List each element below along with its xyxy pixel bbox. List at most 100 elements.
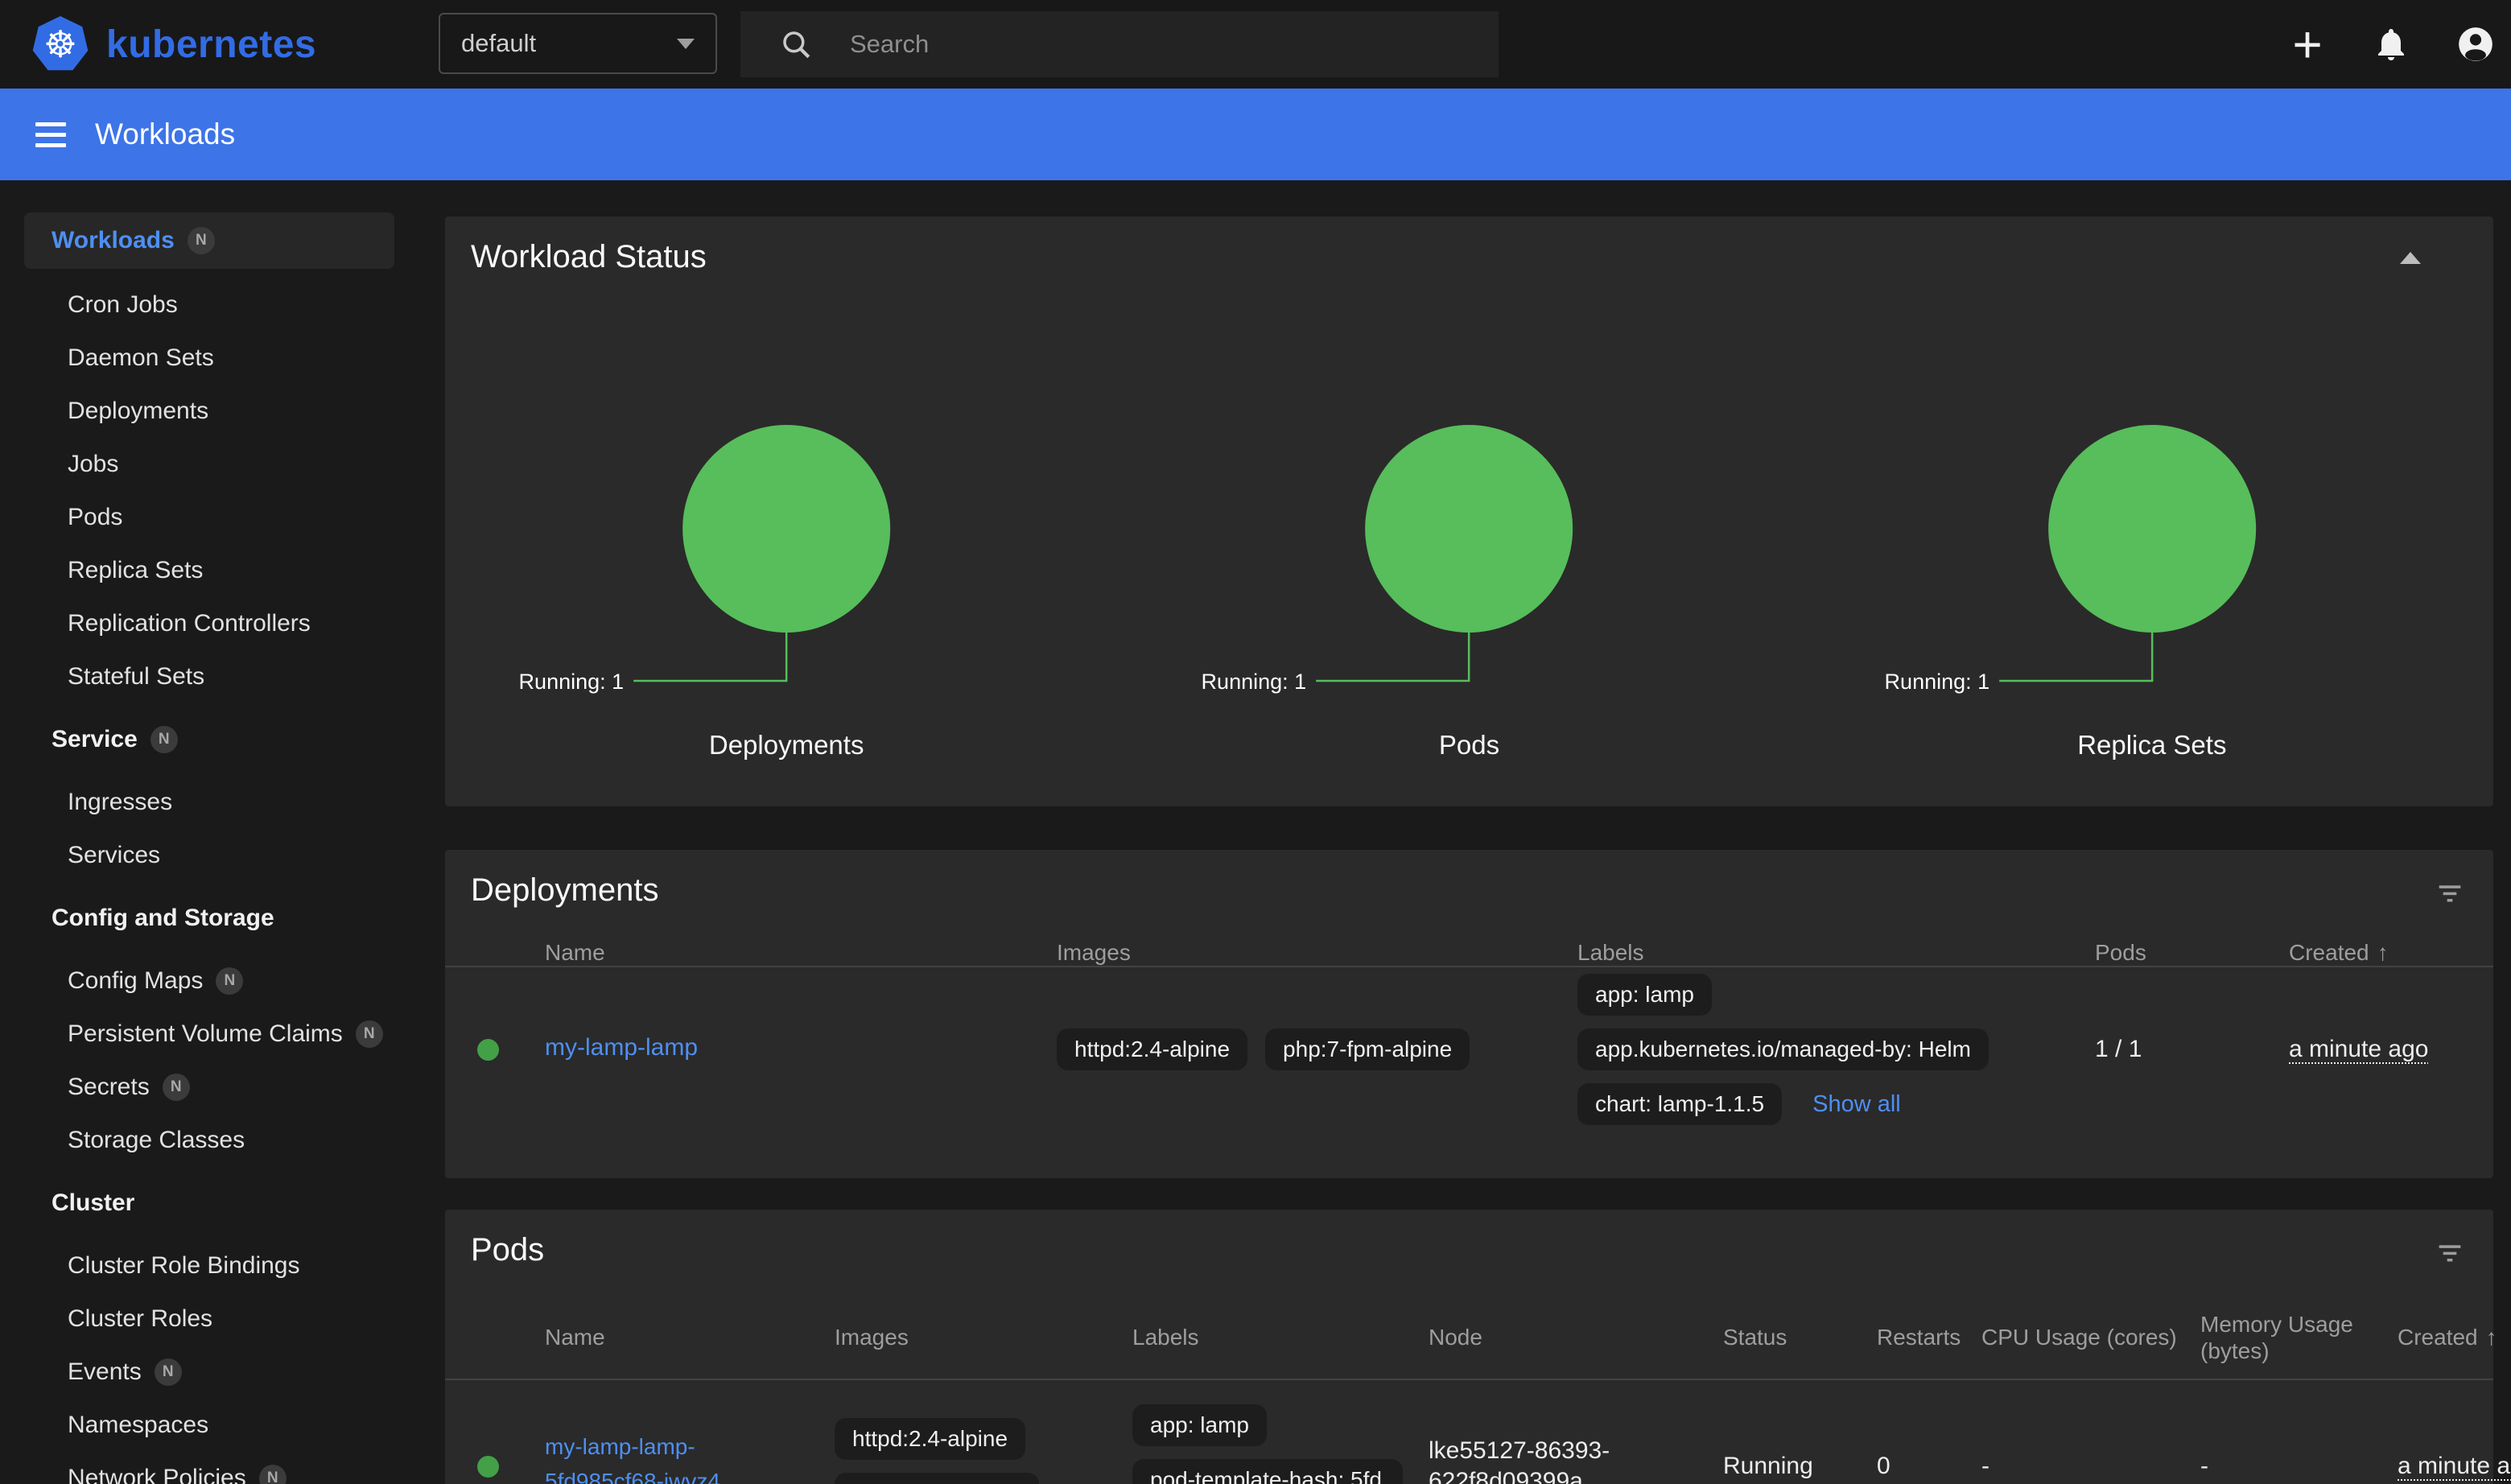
search-icon	[779, 27, 813, 61]
col-header-name[interactable]: Name	[545, 940, 1057, 966]
page-title: Workloads	[95, 117, 235, 151]
deployment-name-link[interactable]: my-lamp-lamp	[545, 1034, 698, 1061]
col-header-created[interactable]: Created↑	[2398, 1325, 2511, 1350]
pod-status: Running	[1723, 1453, 1877, 1480]
filter-list-icon	[2434, 1237, 2466, 1269]
sidebar-item-ingresses[interactable]: Ingresses	[0, 776, 418, 829]
pie-label: Running: 1	[519, 670, 625, 694]
brand-wordmark: kubernetes	[106, 23, 316, 67]
kubernetes-logo[interactable]: ☸ kubernetes	[32, 0, 316, 89]
col-header-restarts[interactable]: Restarts	[1877, 1325, 1981, 1350]
account-circle-icon	[2455, 24, 2496, 64]
namespace-selector[interactable]: default	[439, 13, 717, 74]
label-chip: app: lamp	[1132, 1404, 1267, 1446]
user-menu-button[interactable]	[2437, 0, 2511, 89]
col-header-pods[interactable]: Pods	[2095, 940, 2289, 966]
sidebar-item-cluster-roles[interactable]: Cluster Roles	[0, 1292, 418, 1346]
pie-leader-line	[1316, 633, 1469, 681]
show-all-link[interactable]: Show all	[1812, 1091, 1901, 1118]
memory-usage: -	[2200, 1453, 2398, 1480]
created-timestamp: a minute ago	[2398, 1453, 2511, 1479]
namespaced-badge: N	[356, 1020, 383, 1048]
filter-button[interactable]	[2434, 1237, 2466, 1273]
table-row: my-lamp-lamp httpd:2.4-alpine php:7-fpm-…	[445, 967, 2493, 1132]
caret-up-icon[interactable]	[2400, 252, 2421, 264]
col-header-labels[interactable]: Labels	[1577, 940, 2095, 966]
sidebar-item-secrets[interactable]: Secrets N	[0, 1061, 418, 1114]
sidebar-item-service[interactable]: Service N	[0, 713, 418, 766]
chart-title: Pods	[1128, 730, 1810, 761]
ship-wheel-icon: ☸	[43, 26, 76, 63]
col-header-name[interactable]: Name	[545, 1325, 835, 1350]
pods-table: Name Images Labels Node Status Restarts …	[445, 1300, 2493, 1484]
notifications-button[interactable]	[2355, 0, 2427, 89]
kubernetes-helm-icon: ☸	[32, 16, 89, 72]
image-chip: php:7-fpm-alpine	[1265, 1028, 1470, 1070]
col-header-memory[interactable]: Memory Usage (bytes)	[2200, 1311, 2398, 1364]
sidebar-nav: Workloads N Cron Jobs Daemon Sets Deploy…	[0, 180, 418, 1484]
menu-toggle-button[interactable]	[35, 122, 66, 147]
pods-table-header: Name Images Labels Node Status Restarts …	[445, 1300, 2493, 1380]
chevron-down-icon	[677, 39, 695, 49]
sidebar-item-cluster-role-bindings[interactable]: Cluster Role Bindings	[0, 1239, 418, 1292]
pie-slice-running[interactable]	[1365, 425, 1573, 633]
bell-icon	[2372, 25, 2410, 64]
pie-slice-running[interactable]	[682, 425, 890, 633]
sidebar-item-jobs[interactable]: Jobs	[0, 438, 418, 491]
sidebar-item-cron-jobs[interactable]: Cron Jobs	[0, 278, 418, 332]
cpu-usage: -	[1981, 1453, 2200, 1480]
status-ok-icon	[477, 1039, 499, 1061]
sidebar-item-persistent-volume-claims[interactable]: Persistent Volume Claims N	[0, 1008, 418, 1061]
namespaced-badge: N	[259, 1465, 287, 1484]
col-header-labels[interactable]: Labels	[1132, 1325, 1429, 1350]
sidebar-item-events[interactable]: Events N	[0, 1346, 418, 1399]
chart-title: Replica Sets	[1811, 730, 2493, 761]
namespaced-badge: N	[155, 1358, 182, 1386]
filter-button[interactable]	[2434, 877, 2466, 913]
label-chip: pod-template-hash: 5fd985cf68	[1132, 1459, 1403, 1484]
sidebar-item-config-maps[interactable]: Config Maps N	[0, 954, 418, 1008]
search-bar[interactable]	[740, 11, 1499, 77]
deployments-table-header: Name Images Labels Pods Created↑	[445, 940, 2493, 967]
col-header-images[interactable]: Images	[1057, 940, 1577, 966]
sidebar-item-pods[interactable]: Pods	[0, 491, 418, 544]
restarts-count: 0	[1877, 1453, 1981, 1480]
namespaced-badge: N	[188, 227, 215, 254]
sidebar-item-replica-sets[interactable]: Replica Sets	[0, 544, 418, 597]
pie-slice-running[interactable]	[2048, 425, 2256, 633]
hamburger-icon	[35, 122, 66, 126]
pie-leader-line	[1999, 633, 2152, 681]
sidebar-item-daemon-sets[interactable]: Daemon Sets	[0, 332, 418, 385]
pie-label: Running: 1	[1202, 670, 1307, 694]
image-chip: httpd:2.4-alpine	[835, 1418, 1025, 1460]
sidebar-item-storage-classes[interactable]: Storage Classes	[0, 1114, 418, 1167]
sidebar-item-services[interactable]: Services	[0, 829, 418, 882]
deployments-card: Deployments Name Images Labels Pods Crea…	[445, 850, 2493, 1178]
col-header-cpu[interactable]: CPU Usage (cores)	[1981, 1325, 2200, 1350]
replica-sets-pie-chart: Running: 1 Replica Sets	[1811, 342, 2493, 806]
search-input[interactable]	[850, 30, 1499, 59]
col-header-created[interactable]: Created↑	[2289, 940, 2493, 966]
col-header-status[interactable]: Status	[1723, 1325, 1877, 1350]
sidebar-item-replication-controllers[interactable]: Replication Controllers	[0, 597, 418, 650]
sidebar-item-workloads[interactable]: Workloads N	[24, 212, 394, 269]
pods-title: Pods	[471, 1232, 544, 1268]
deployments-table: Name Images Labels Pods Created↑ my-lamp…	[445, 940, 2493, 1132]
col-header-images[interactable]: Images	[835, 1325, 1132, 1350]
sidebar-item-deployments[interactable]: Deployments	[0, 385, 418, 438]
col-header-node[interactable]: Node	[1429, 1325, 1723, 1350]
pie-leader-line	[633, 633, 786, 681]
sidebar-item-namespaces[interactable]: Namespaces	[0, 1399, 418, 1452]
kubernetes-dashboard: ☸ kubernetes default +	[0, 0, 2511, 1484]
pod-name-link[interactable]: my-lamp-lamp-5fd985cf68-jwvz4	[545, 1434, 720, 1484]
pods-card: Pods Name Images Labels Node Status Rest…	[445, 1210, 2493, 1484]
pie-label: Running: 1	[1884, 670, 1989, 694]
create-resource-button[interactable]: +	[2271, 0, 2344, 89]
sidebar-item-stateful-sets[interactable]: Stateful Sets	[0, 650, 418, 703]
deployments-pie-chart: Running: 1 Deployments	[445, 342, 1128, 806]
workload-status-title: Workload Status	[471, 239, 707, 275]
sort-asc-icon: ↑	[2377, 940, 2389, 965]
created-timestamp: a minute ago	[2289, 1036, 2428, 1062]
namespaced-badge: N	[216, 967, 243, 995]
sidebar-item-network-policies[interactable]: Network Policies N	[0, 1452, 418, 1484]
